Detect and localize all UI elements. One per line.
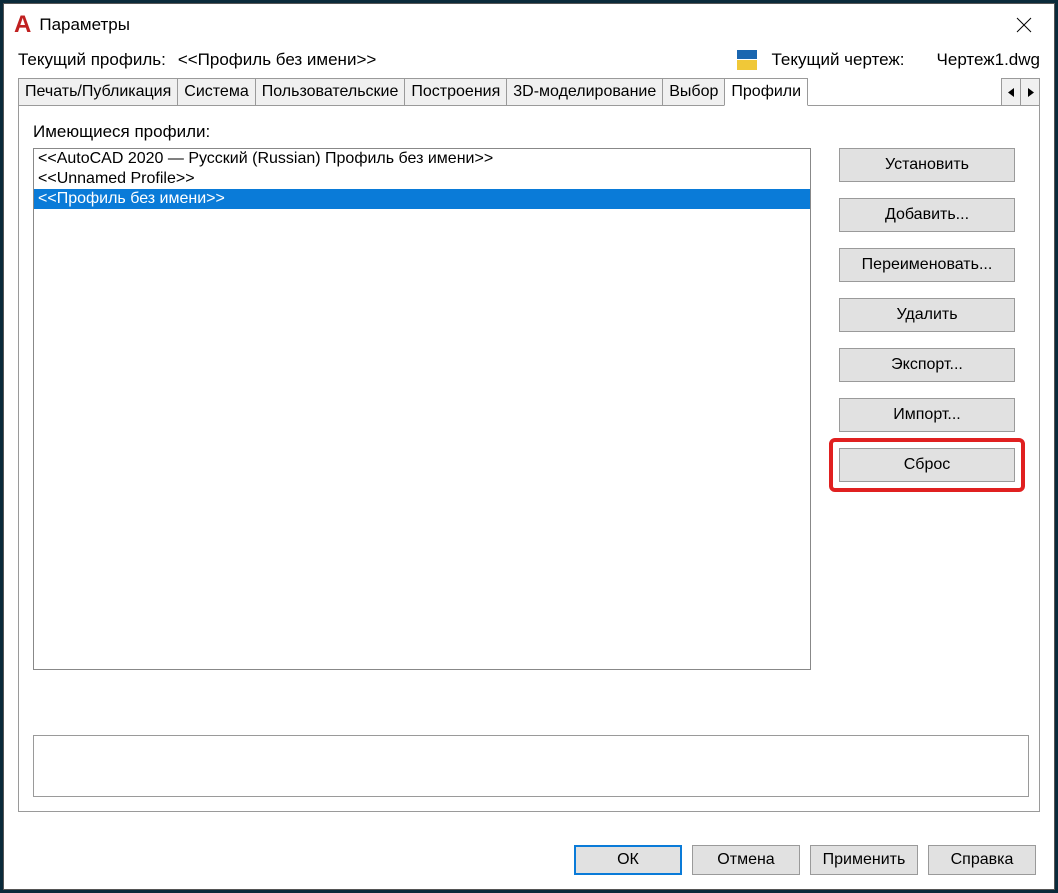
tabs: Печать/Публикация Система Пользовательск… bbox=[18, 78, 807, 106]
tab-system[interactable]: Система bbox=[177, 78, 255, 106]
tab-selection[interactable]: Выбор bbox=[662, 78, 725, 106]
tab-print-publish[interactable]: Печать/Публикация bbox=[18, 78, 178, 106]
options-dialog: A Параметры Текущий профиль: <<Профиль б… bbox=[3, 3, 1055, 890]
list-item-label: <<Unnamed Profile>> bbox=[38, 170, 195, 187]
description-box bbox=[33, 735, 1029, 797]
current-drawing-value: Чертеж1.dwg bbox=[937, 50, 1040, 70]
tab-label: 3D-моделирование bbox=[513, 83, 656, 100]
tab-label: Выбор bbox=[669, 83, 718, 100]
dialog-footer-buttons: ОК Отмена Применить Справка bbox=[574, 845, 1036, 875]
profiles-row: <<AutoCAD 2020 — Русский (Russian) Профи… bbox=[33, 148, 1025, 670]
export-button[interactable]: Экспорт... bbox=[839, 348, 1015, 382]
tab-drafting[interactable]: Построения bbox=[404, 78, 507, 106]
tab-label: Пользовательские bbox=[262, 83, 399, 100]
current-profile-value: <<Профиль без имени>> bbox=[178, 50, 377, 70]
ok-button[interactable]: ОК bbox=[574, 845, 682, 875]
apply-button[interactable]: Применить bbox=[810, 845, 918, 875]
profiles-list-label: Имеющиеся профили: bbox=[33, 122, 1025, 142]
tab-label: Построения bbox=[411, 83, 500, 100]
list-item[interactable]: <<Unnamed Profile>> bbox=[34, 169, 810, 189]
current-profile-label: Текущий профиль: bbox=[18, 50, 166, 70]
import-button[interactable]: Импорт... bbox=[839, 398, 1015, 432]
chevron-right-icon bbox=[1027, 88, 1034, 97]
reset-highlight: Сброс bbox=[829, 438, 1025, 492]
tab-scroll-right[interactable] bbox=[1020, 78, 1040, 106]
list-item-label: <<Профиль без имени>> bbox=[38, 190, 225, 207]
tab-label: Печать/Публикация bbox=[25, 83, 171, 100]
list-item[interactable]: <<Профиль без имени>> bbox=[34, 189, 810, 209]
tab-label: Система bbox=[184, 83, 248, 100]
tab-3d-modeling[interactable]: 3D-моделирование bbox=[506, 78, 663, 106]
rename-button[interactable]: Переименовать... bbox=[839, 248, 1015, 282]
tab-profiles[interactable]: Профили bbox=[724, 78, 808, 106]
add-button[interactable]: Добавить... bbox=[839, 198, 1015, 232]
drawing-icon bbox=[737, 50, 757, 70]
titlebar-left: A Параметры bbox=[14, 11, 130, 39]
app-icon: A bbox=[14, 11, 31, 39]
profiles-listbox[interactable]: <<AutoCAD 2020 — Русский (Russian) Профи… bbox=[33, 148, 811, 670]
help-button[interactable]: Справка bbox=[928, 845, 1036, 875]
list-item[interactable]: <<AutoCAD 2020 — Русский (Russian) Профи… bbox=[34, 149, 810, 169]
cancel-button[interactable]: Отмена bbox=[692, 845, 800, 875]
tabs-row: Печать/Публикация Система Пользовательск… bbox=[18, 78, 1040, 106]
set-current-button[interactable]: Установить bbox=[839, 148, 1015, 182]
tab-body: Имеющиеся профили: <<AutoCAD 2020 — Русс… bbox=[18, 106, 1040, 812]
chevron-left-icon bbox=[1008, 88, 1015, 97]
reset-button[interactable]: Сброс bbox=[839, 448, 1015, 482]
profile-side-buttons: Установить Добавить... Переименовать... … bbox=[839, 148, 1015, 670]
titlebar: A Параметры bbox=[4, 4, 1054, 46]
close-button[interactable] bbox=[1004, 5, 1044, 45]
close-icon bbox=[1016, 17, 1032, 33]
window-title: Параметры bbox=[39, 15, 130, 35]
current-drawing-group: Текущий чертеж: bbox=[737, 50, 904, 70]
tab-scroll-buttons bbox=[1002, 78, 1040, 106]
current-drawing-label: Текущий чертеж: bbox=[771, 50, 904, 70]
tab-label: Профили bbox=[731, 83, 801, 100]
header-info: Текущий профиль: <<Профиль без имени>> Т… bbox=[4, 46, 1054, 78]
tab-scroll-left[interactable] bbox=[1001, 78, 1021, 106]
tab-border bbox=[18, 105, 1040, 106]
list-item-label: <<AutoCAD 2020 — Русский (Russian) Профи… bbox=[38, 150, 493, 167]
tab-user[interactable]: Пользовательские bbox=[255, 78, 406, 106]
delete-button[interactable]: Удалить bbox=[839, 298, 1015, 332]
